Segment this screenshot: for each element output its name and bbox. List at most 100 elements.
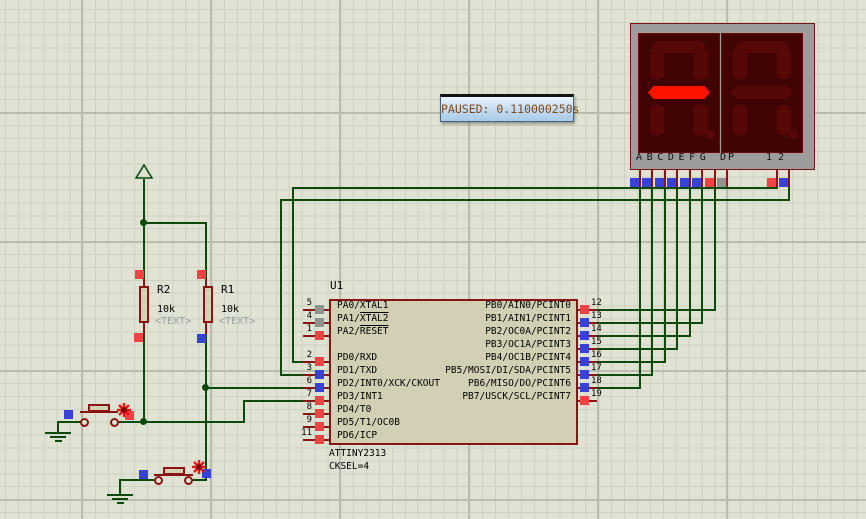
pushbutton-1-actuator-icon[interactable] bbox=[116, 402, 132, 418]
pin-stub bbox=[651, 170, 653, 187]
pin-stub bbox=[143, 279, 145, 286]
logic-state-indicator bbox=[197, 270, 206, 279]
segment-dp bbox=[706, 130, 715, 139]
logic-state-indicator bbox=[197, 334, 206, 343]
logic-state-indicator bbox=[315, 370, 324, 379]
logic-state-indicator bbox=[692, 178, 701, 187]
pin-stub bbox=[205, 323, 207, 334]
logic-state-indicator bbox=[580, 331, 589, 340]
logic-state-indicator bbox=[315, 409, 324, 418]
logic-state-indicator bbox=[315, 435, 324, 444]
mcu-ref: U1 bbox=[330, 279, 344, 292]
wire bbox=[119, 479, 154, 481]
wire bbox=[596, 322, 703, 324]
pin-name: PD6/ICP bbox=[337, 430, 378, 441]
display-digit-labels: 12 bbox=[766, 152, 791, 163]
wire bbox=[57, 421, 81, 423]
segment-dp bbox=[789, 130, 798, 139]
pin-name: PA1/XTAL2 bbox=[337, 313, 389, 324]
logic-state-indicator bbox=[64, 410, 73, 419]
pushbutton-1-terminal bbox=[80, 418, 89, 427]
logic-state-indicator bbox=[139, 470, 148, 479]
resistor-value: 10k bbox=[157, 304, 176, 315]
logic-state-indicator bbox=[315, 331, 324, 340]
display-segment-labels: ABCDEFG bbox=[636, 152, 711, 163]
logic-state-indicator bbox=[580, 305, 589, 314]
display-dp-label: DP bbox=[720, 152, 737, 163]
pushbutton-1-contact-bar bbox=[80, 411, 118, 413]
wire bbox=[596, 374, 653, 376]
segment-b bbox=[694, 47, 708, 80]
logic-state-indicator bbox=[580, 370, 589, 379]
pin-name: PB4/OC1B/PCINT4 bbox=[485, 352, 571, 363]
pin-name: PD4/T0 bbox=[337, 404, 372, 415]
power-symbol bbox=[135, 164, 153, 179]
wire bbox=[280, 199, 282, 375]
logic-state-indicator bbox=[315, 422, 324, 431]
logic-state-indicator bbox=[630, 178, 639, 187]
logic-state-indicator bbox=[315, 357, 324, 366]
pin-stub bbox=[143, 323, 145, 334]
wire bbox=[676, 186, 678, 350]
logic-state-indicator bbox=[135, 270, 144, 279]
wire bbox=[119, 421, 244, 423]
wire bbox=[205, 222, 207, 481]
pushbutton-2-actuator-icon[interactable] bbox=[191, 459, 207, 475]
pin-name: PD3/INT1 bbox=[337, 391, 383, 402]
pin-name: PB7/USCK/SCL/PCINT7 bbox=[462, 391, 571, 402]
resistor-r1-body[interactable] bbox=[203, 286, 213, 323]
logic-state-indicator bbox=[134, 333, 143, 342]
segment-g bbox=[648, 86, 710, 99]
resistor-r2-body[interactable] bbox=[139, 286, 149, 323]
wire bbox=[205, 387, 304, 389]
pin-name: PB5/MOSI/DI/SDA/PCINT5 bbox=[445, 365, 571, 376]
pin-name: PB3/OC1A/PCINT3 bbox=[485, 339, 571, 350]
pushbutton-1-terminal bbox=[110, 418, 119, 427]
pushbutton-2-terminal bbox=[154, 476, 163, 485]
simulation-status-banner: PAUSED: 0.110000250s bbox=[440, 94, 579, 122]
pin-number: 2 bbox=[306, 350, 312, 360]
pin-stub bbox=[205, 279, 207, 286]
wire bbox=[689, 186, 691, 337]
segment-g bbox=[731, 86, 793, 99]
wire bbox=[292, 187, 778, 189]
wire-junction bbox=[140, 418, 147, 425]
pin-number: 9 bbox=[306, 415, 312, 425]
logic-state-indicator bbox=[667, 178, 676, 187]
wire bbox=[193, 479, 207, 481]
wire bbox=[596, 335, 691, 337]
pin-stub bbox=[676, 170, 678, 187]
pin-name: PD0/RXD bbox=[337, 352, 378, 363]
logic-state-indicator bbox=[767, 178, 776, 187]
resistor-text-placeholder: <TEXT> bbox=[219, 316, 256, 327]
pin-stub bbox=[639, 170, 641, 187]
pin-name: PA0/XTAL1 bbox=[337, 300, 389, 311]
mcu-note: CKSEL=4 bbox=[329, 461, 370, 472]
logic-state-indicator bbox=[655, 178, 664, 187]
logic-state-indicator bbox=[580, 344, 589, 353]
logic-state-indicator bbox=[717, 178, 726, 187]
wire bbox=[788, 186, 790, 200]
logic-state-indicator bbox=[315, 318, 324, 327]
wire bbox=[701, 186, 703, 324]
pin-name: PB6/MISO/DO/PCINT6 bbox=[468, 378, 571, 389]
pin-number: 8 bbox=[306, 402, 312, 412]
wire-junction bbox=[202, 384, 209, 391]
logic-state-indicator bbox=[779, 178, 788, 187]
segment-f bbox=[650, 47, 664, 80]
logic-state-indicator bbox=[642, 178, 651, 187]
pin-number: 12 bbox=[591, 298, 602, 308]
pin-number: 14 bbox=[591, 324, 602, 334]
segment-e bbox=[650, 104, 664, 136]
pin-number: 15 bbox=[591, 337, 602, 347]
logic-state-indicator bbox=[315, 305, 324, 314]
logic-state-indicator bbox=[680, 178, 689, 187]
seven-segment-digit-2 bbox=[721, 33, 803, 153]
pin-number: 3 bbox=[306, 363, 312, 373]
pin-name: PB0/AIN0/PCINT0 bbox=[485, 300, 571, 311]
wire-junction bbox=[140, 219, 147, 226]
wire bbox=[596, 348, 678, 350]
wire bbox=[596, 387, 641, 389]
pin-number: 4 bbox=[306, 311, 312, 321]
logic-state-indicator bbox=[705, 178, 714, 187]
